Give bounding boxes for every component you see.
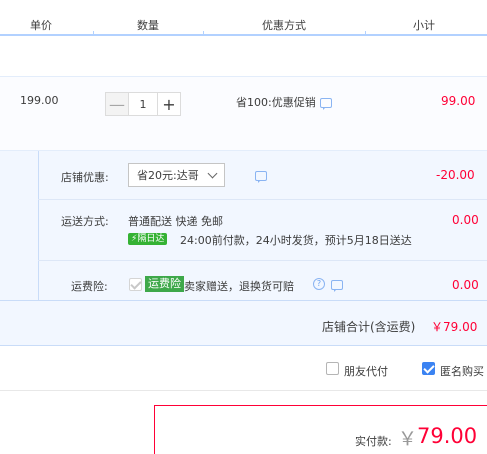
shipping-method: 普通配送 快递 免邮 (128, 215, 223, 228)
panel-divider (0, 300, 487, 301)
insurance-checkbox[interactable] (129, 278, 142, 291)
shop-discount-select[interactable]: 省20元:达哥 (128, 163, 225, 187)
panel-divider (38, 199, 487, 200)
help-icon[interactable]: ? (313, 278, 325, 290)
header-subtotal: 小计 (413, 19, 435, 32)
chat-icon[interactable] (320, 98, 332, 110)
next-day-badge-text: 隔日达 (137, 234, 165, 244)
section-divider (0, 390, 487, 391)
insurance-text: 卖家赠送，退换货可赔 (184, 280, 294, 293)
friend-pay-checkbox[interactable] (326, 362, 339, 375)
quantity-stepper: — 1 + (105, 92, 181, 116)
shop-total-label: 店铺合计(含运费) (322, 320, 416, 334)
insurance-label: 运费险: (71, 280, 108, 293)
shop-discount-amount: -20.00 (436, 168, 475, 182)
shop-discount-selected: 省20元:达哥 (137, 169, 199, 182)
insurance-tag: 运费险 (145, 276, 184, 292)
quantity-decrease-button[interactable]: — (105, 92, 129, 116)
header-quantity: 数量 (137, 19, 159, 32)
payment-label: 实付款: (355, 435, 392, 448)
shipping-note: 24:00前付款，24小时发货，预计5月18日送达 (180, 234, 412, 247)
payment-amount: 79.00 (417, 424, 478, 448)
insurance-amount: 0.00 (452, 278, 479, 292)
friend-pay-label[interactable]: 朋友代付 (344, 363, 388, 379)
chat-icon[interactable] (331, 280, 343, 292)
header-divider (203, 31, 204, 35)
item-unit-price: 199.00 (20, 94, 59, 107)
next-day-badge: ⚡隔日达 (128, 233, 168, 245)
header-unit-price: 单价 (30, 19, 52, 32)
panel-divider (38, 151, 39, 300)
quantity-increase-button[interactable]: + (157, 92, 181, 116)
header-divider (365, 31, 366, 35)
chevron-down-icon (207, 168, 218, 179)
shop-total-amount: ￥79.00 (431, 320, 478, 334)
item-promotion: 省100:优惠促销 (236, 96, 316, 109)
shipping-label: 运送方式: (61, 215, 109, 228)
panel-divider (38, 260, 487, 261)
header-divider (93, 31, 94, 35)
quantity-input[interactable]: 1 (129, 92, 157, 116)
chat-icon[interactable] (254, 171, 267, 183)
shipping-amount: 0.00 (452, 213, 479, 227)
cart-table-header: 单价 数量 优惠方式 小计 (0, 0, 487, 36)
anonymous-checkbox[interactable] (422, 362, 435, 375)
shop-discount-label: 店铺优惠: (61, 171, 109, 184)
item-subtotal: 99.00 (441, 94, 476, 108)
cart-item-row (0, 76, 487, 151)
header-promotion: 优惠方式 (262, 19, 306, 32)
anonymous-label[interactable]: 匿名购买 (440, 363, 484, 379)
payment-currency: ￥ (398, 428, 418, 450)
